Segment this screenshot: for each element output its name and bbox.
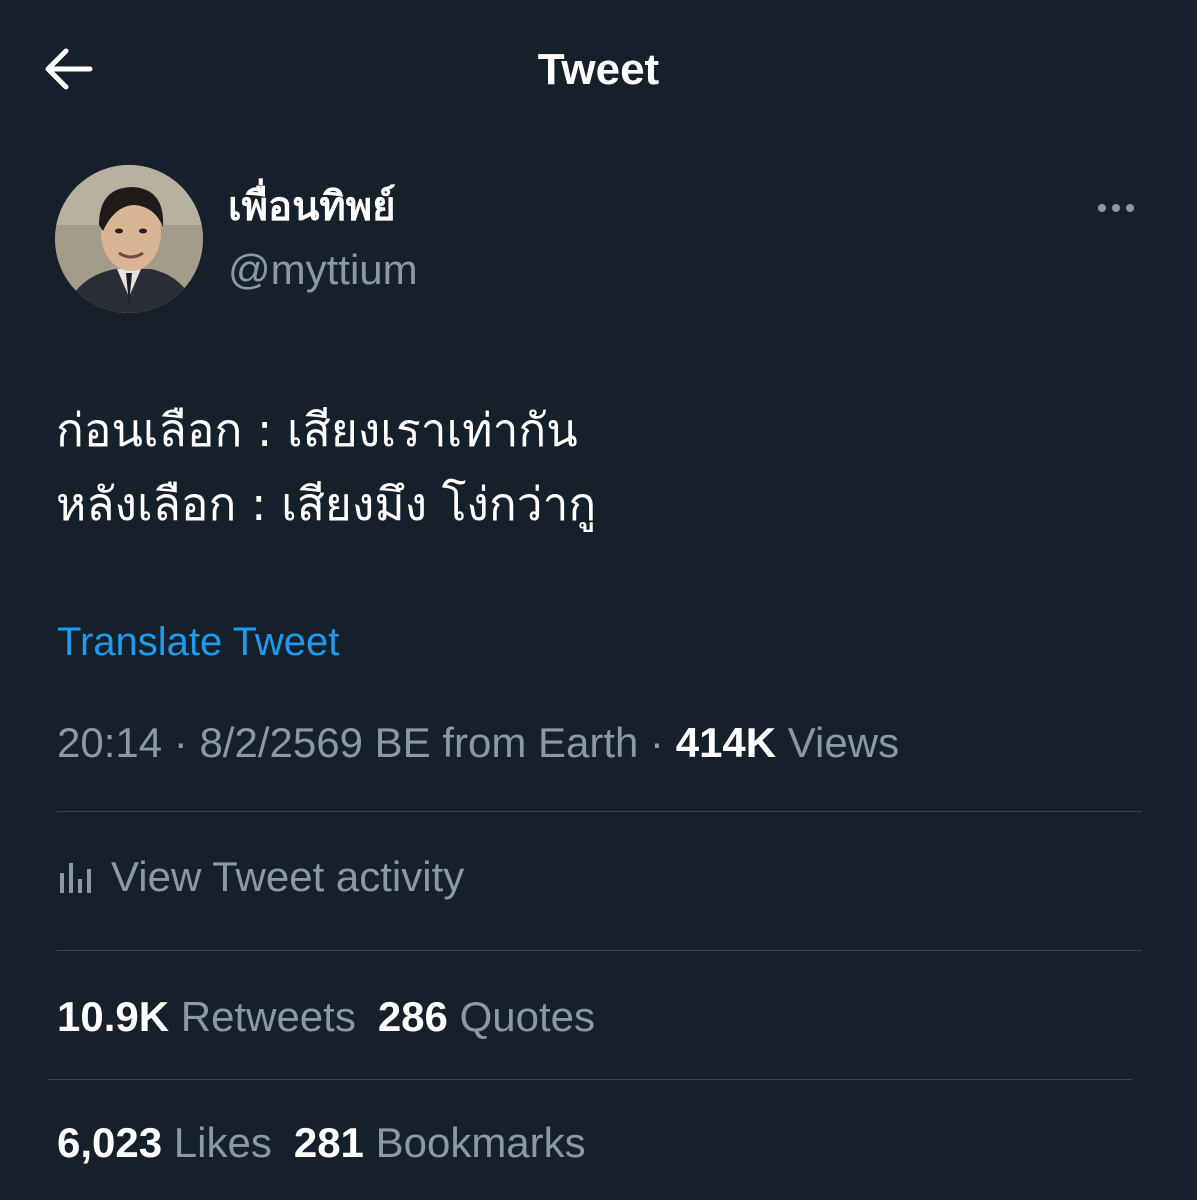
tweet-meta: 20:14 · 8/2/2569 BE from Earth · 414K Vi…: [57, 712, 899, 774]
avatar[interactable]: [55, 165, 203, 313]
divider: [57, 811, 1142, 812]
bookmarks-label: Bookmarks: [375, 1119, 586, 1166]
retweet-quote-stats: 10.9K Retweets 286 Quotes: [57, 986, 617, 1048]
tweet-text-line: ก่อนเลือก : เสียงเราเท่ากัน: [56, 403, 578, 457]
divider: [57, 950, 1142, 951]
retweets-count: 10.9K: [57, 993, 170, 1040]
meta-separator: ·: [173, 719, 188, 766]
bookmarks-count: 281: [293, 1119, 364, 1166]
likes-label: Likes: [173, 1119, 272, 1166]
tweet-time: 20:14: [57, 719, 163, 766]
tweet-source: from Earth: [442, 719, 639, 766]
tweet-text-line: หลังเลือก : เสียงมึง โง่กว่ากู: [56, 477, 597, 531]
views-count: 414K: [675, 719, 777, 766]
bar-chart-icon: [60, 863, 91, 893]
divider: [47, 1079, 1132, 1080]
translate-tweet-link[interactable]: Translate Tweet: [57, 612, 339, 672]
display-name[interactable]: เพื่อนทิพย์: [228, 175, 396, 239]
tweet-text: ก่อนเลือก : เสียงเราเท่ากัน หลังเลือก : …: [56, 393, 1146, 541]
bookmarks-stat[interactable]: 281 Bookmarks: [294, 1119, 586, 1166]
page-title: Tweet: [537, 45, 660, 94]
user-handle[interactable]: @myttium: [228, 240, 418, 300]
retweets-label: Retweets: [180, 993, 356, 1040]
tweet-date[interactable]: 8/2/2569 BE: [199, 719, 430, 766]
top-bar: Tweet: [0, 0, 1197, 140]
quotes-count: 286: [377, 993, 448, 1040]
views-label: Views: [787, 719, 900, 766]
meta-separator: ·: [650, 719, 665, 766]
view-tweet-activity-label: View Tweet activity: [111, 853, 465, 900]
more-options-button[interactable]: [1090, 190, 1146, 226]
quotes-stat[interactable]: 286 Quotes: [378, 993, 595, 1040]
likes-count: 6,023: [57, 1119, 163, 1166]
retweets-stat[interactable]: 10.9K Retweets: [57, 993, 356, 1040]
quotes-label: Quotes: [459, 993, 595, 1040]
view-tweet-activity-button[interactable]: View Tweet activity: [57, 846, 464, 908]
more-horizontal-icon: [1098, 204, 1134, 212]
likes-stat[interactable]: 6,023 Likes: [57, 1119, 272, 1166]
like-bookmark-stats: 6,023 Likes 281 Bookmarks: [57, 1112, 608, 1174]
